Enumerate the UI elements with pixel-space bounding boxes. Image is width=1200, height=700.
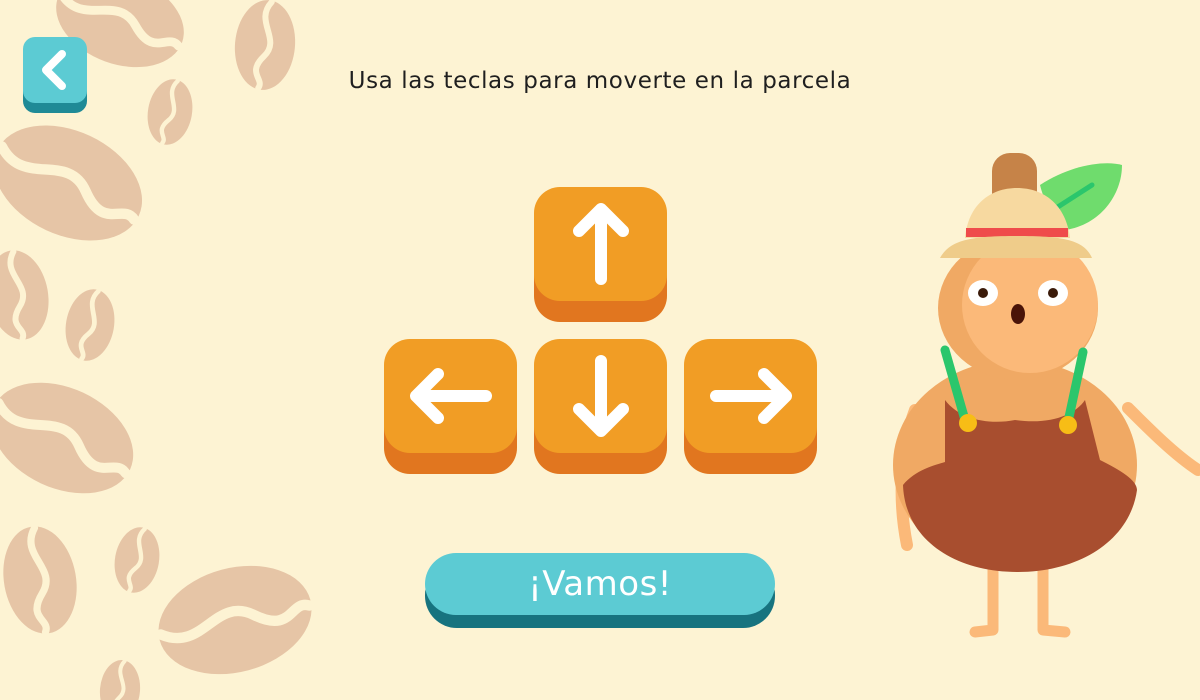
arrow-down-icon xyxy=(572,355,629,437)
arrow-key-left[interactable] xyxy=(384,339,517,474)
start-button-label: ¡Vamos! xyxy=(528,564,672,604)
arrow-key-down[interactable] xyxy=(534,339,667,474)
start-button[interactable]: ¡Vamos! xyxy=(425,553,775,628)
arrow-left-icon xyxy=(409,368,492,424)
key-face xyxy=(384,339,517,453)
instruction-label: Usa las teclas para moverte en la parcel… xyxy=(348,68,852,94)
coffee-bean-farmer-character xyxy=(893,153,1200,638)
instruction-text: Usa las teclas para moverte en la parcel… xyxy=(0,68,1200,94)
arrow-up-icon xyxy=(572,203,629,285)
arrow-right-icon xyxy=(709,368,792,424)
arrow-key-up[interactable] xyxy=(534,187,667,322)
key-face xyxy=(534,187,667,301)
key-face xyxy=(534,339,667,453)
arrow-key-right[interactable] xyxy=(684,339,817,474)
start-button-face: ¡Vamos! xyxy=(425,553,775,615)
key-face xyxy=(684,339,817,453)
